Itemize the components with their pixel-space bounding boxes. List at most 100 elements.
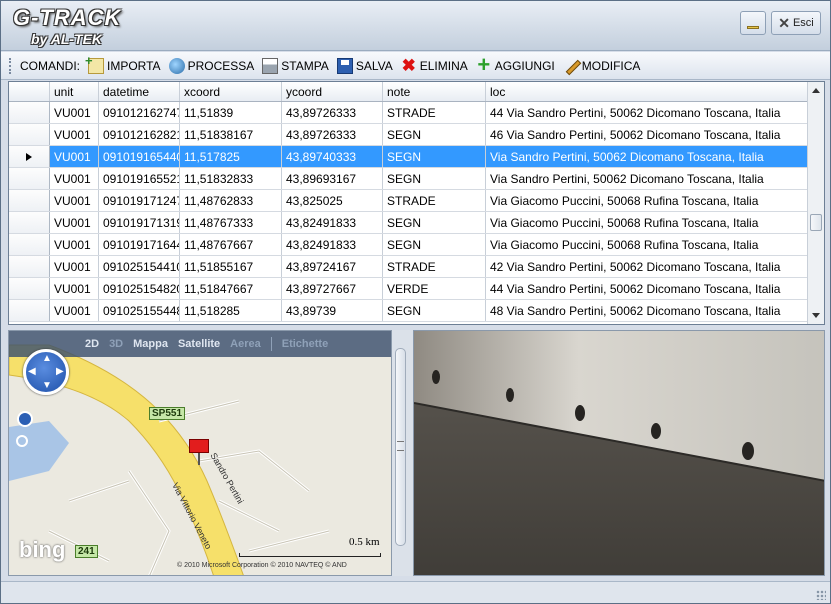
cell-xcoord[interactable]: 11,518285 [180,300,282,321]
table-row[interactable]: VU001 091025154820 11,51847667 43,89727667 V… [9,278,824,300]
cell-loc[interactable]: Via Giacomo Puccini, 50068 Rufina Toscan… [486,212,811,233]
processa-button[interactable]: PROCESSA [165,55,259,77]
data-grid[interactable]: unit datetime xcoord ycoord note loc VU0… [8,81,825,325]
location-pin-icon[interactable] [189,439,209,453]
table-row[interactable]: VU001 091012162747 11,51839 43,89726333 STRA… [9,102,824,124]
cell-ycoord[interactable]: 43,82491833 [282,212,383,233]
minimize-button[interactable] [740,11,766,35]
cell-xcoord[interactable]: 11,51838167 [180,124,282,145]
cell-unit[interactable]: VU001 [50,256,99,277]
row-header[interactable] [9,190,50,211]
salva-button[interactable]: SALVA [333,55,397,77]
cell-ycoord[interactable]: 43,89726333 [282,102,383,123]
cell-unit[interactable]: VU001 [50,234,99,255]
map-tab-mappa[interactable]: Mappa [133,338,168,350]
cell-note[interactable]: STRADE [383,256,486,277]
cell-datetime[interactable]: 091019165521 [99,168,180,189]
importa-button[interactable]: IMPORTA [84,53,165,77]
table-row[interactable]: VU001 091019171319 11,48767333 43,82491833 S… [9,212,824,234]
cell-xcoord[interactable]: 11,51855167 [180,256,282,277]
cell-datetime[interactable]: 091025155448 [99,300,180,321]
splitter-grip[interactable] [397,441,404,451]
cell-datetime[interactable]: 091025154820 [99,278,180,299]
table-row[interactable]: VU001 091025154410 11,51855167 43,89724167 S… [9,256,824,278]
column-header-unit[interactable]: unit [50,82,99,101]
pan-right-icon[interactable]: ▶ [56,366,64,377]
cell-datetime[interactable]: 091019171319 [99,212,180,233]
column-header-datetime[interactable]: datetime [99,82,180,101]
cell-loc[interactable]: Via Sandro Pertini, 50062 Dicomano Tosca… [486,146,811,167]
cell-unit[interactable]: VU001 [50,124,99,145]
cell-xcoord[interactable]: 11,48762833 [180,190,282,211]
cell-ycoord[interactable]: 43,89726333 [282,124,383,145]
cell-unit[interactable]: VU001 [50,102,99,123]
cell-ycoord[interactable]: 43,89740333 [282,146,383,167]
table-row[interactable]: VU001 091019165521 11,51832833 43,89693167 S… [9,168,824,190]
table-row[interactable]: VU001 091012162821 11,51838167 43,89726333 S… [9,124,824,146]
table-row[interactable]: VU001 091025155448 11,518285 43,89739 SEGN 48… [9,300,824,322]
cell-unit[interactable]: VU001 [50,168,99,189]
column-header-ycoord[interactable]: ycoord [282,82,383,101]
cell-ycoord[interactable]: 43,89693167 [282,168,383,189]
scroll-up-icon[interactable] [812,88,820,93]
cell-xcoord[interactable]: 11,48767667 [180,234,282,255]
cell-note[interactable]: SEGN [383,124,486,145]
cell-loc[interactable]: 42 Via Sandro Pertini, 50062 Dicomano To… [486,256,811,277]
elimina-button[interactable]: ✖ ELIMINA [397,55,472,77]
map-tab-etichette[interactable]: Etichette [282,338,328,350]
cell-note[interactable]: STRADE [383,102,486,123]
cell-unit[interactable]: VU001 [50,300,99,321]
cell-note[interactable]: SEGN [383,146,486,167]
column-header-note[interactable]: note [383,82,486,101]
row-header[interactable] [9,234,50,255]
cell-datetime[interactable]: 091025154410 [99,256,180,277]
cell-unit[interactable]: VU001 [50,190,99,211]
map-tab-aerea[interactable]: Aerea [230,338,261,350]
column-header-xcoord[interactable]: xcoord [180,82,282,101]
cell-note[interactable]: VERDE [383,278,486,299]
cell-ycoord[interactable]: 43,89739 [282,300,383,321]
row-header[interactable] [9,300,50,321]
cell-xcoord[interactable]: 11,51847667 [180,278,282,299]
search-icon[interactable] [16,435,28,447]
row-header[interactable] [9,146,50,167]
cell-unit[interactable]: VU001 [50,146,99,167]
toolbar-grip[interactable] [9,57,12,74]
map-view[interactable]: 2D 3D Mappa Satellite Aerea Etichette ▲ … [8,330,392,576]
pan-up-icon[interactable]: ▲ [42,353,52,364]
row-header[interactable] [9,102,50,123]
cell-note[interactable]: SEGN [383,234,486,255]
stampa-button[interactable]: STAMPA [258,55,333,77]
cell-loc[interactable]: 44 Via Sandro Pertini, 50062 Dicomano To… [486,102,811,123]
cell-xcoord[interactable]: 11,517825 [180,146,282,167]
map-pan-control[interactable]: ▲ ▼ ◀ ▶ [23,349,69,395]
row-header[interactable] [9,278,50,299]
cell-loc[interactable]: Via Giacomo Puccini, 50068 Rufina Toscan… [486,190,811,211]
cell-datetime[interactable]: 091019171644 [99,234,180,255]
cell-ycoord[interactable]: 43,89727667 [282,278,383,299]
cell-datetime[interactable]: 091019165440 [99,146,180,167]
cell-ycoord[interactable]: 43,825025 [282,190,383,211]
cell-loc[interactable]: 44 Via Sandro Pertini, 50062 Dicomano To… [486,278,811,299]
cell-datetime[interactable]: 091019171247 [99,190,180,211]
cell-loc[interactable]: 46 Via Sandro Pertini, 50062 Dicomano To… [486,124,811,145]
table-row[interactable]: VU001 091019171247 11,48762833 43,825025 STR… [9,190,824,212]
cell-note[interactable]: STRADE [383,190,486,211]
row-header[interactable] [9,124,50,145]
close-button[interactable]: ✕ Esci [771,11,821,35]
cell-note[interactable]: SEGN [383,168,486,189]
cell-note[interactable]: SEGN [383,212,486,233]
aggiungi-button[interactable]: + AGGIUNGI [472,53,559,77]
resize-grip[interactable] [816,590,826,600]
row-header[interactable] [9,168,50,189]
scroll-thumb[interactable] [810,214,822,231]
column-header-loc[interactable]: loc [486,82,811,101]
cell-xcoord[interactable]: 11,48767333 [180,212,282,233]
table-row[interactable]: VU001 091019171644 11,48767667 43,82491833 S… [9,234,824,256]
map-tab-3d[interactable]: 3D [109,338,123,350]
cell-datetime[interactable]: 091012162747 [99,102,180,123]
cell-note[interactable]: SEGN [383,300,486,321]
pan-left-icon[interactable]: ◀ [28,366,36,377]
cell-xcoord[interactable]: 11,51839 [180,102,282,123]
row-header[interactable] [9,212,50,233]
